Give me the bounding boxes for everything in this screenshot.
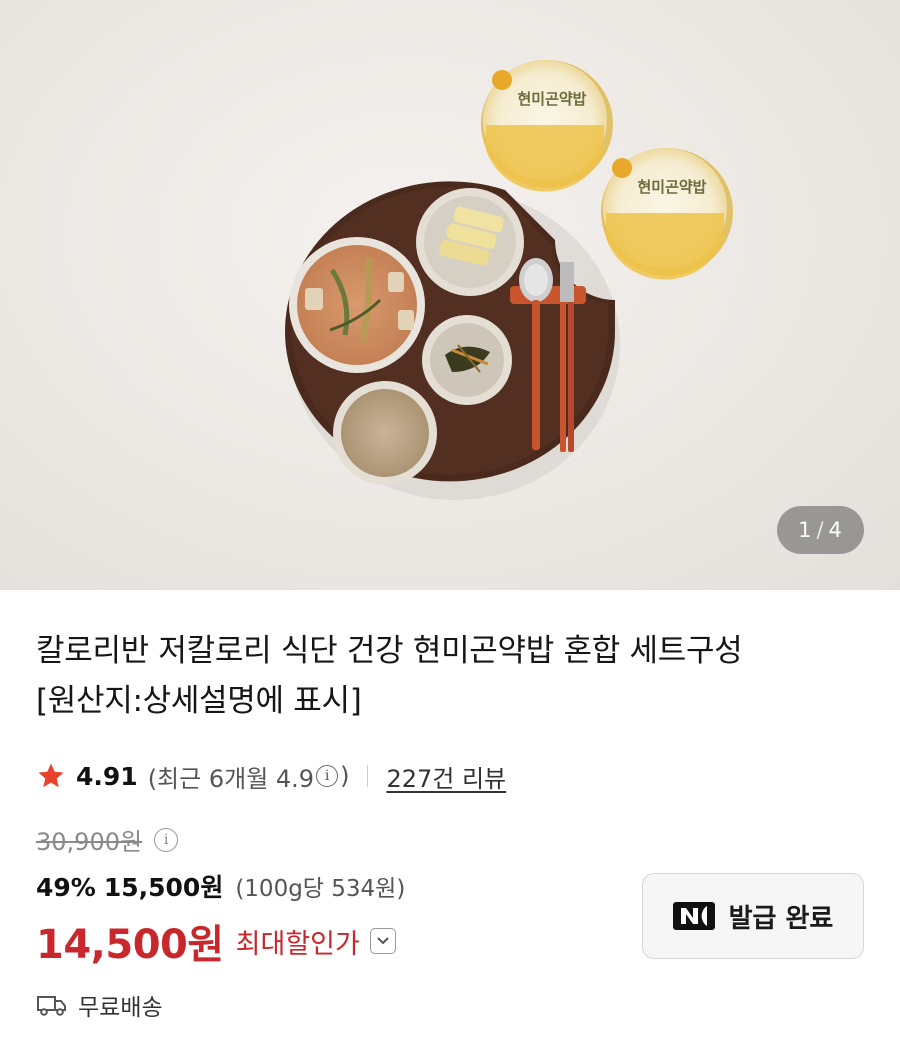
product-title-line2: [원산지:상세설명에 표시]: [36, 683, 362, 719]
original-price-row: 30,900원 i: [36, 822, 180, 857]
coupon-label: 발급 완료: [728, 903, 834, 934]
recent-rating-label: (최근 6개월 4.9: [147, 764, 315, 793]
recent-rating-close: ): [340, 762, 350, 790]
image-counter-total: 4: [828, 518, 843, 542]
product-image-gallery[interactable]: 현미곤약밥 현미곤약밥 1 / 4: [0, 0, 900, 590]
naver-n-icon: [672, 902, 715, 930]
product-title-line1: 칼로리반 저칼로리 식단 건강 현미곤약밥 혼합 세트구성: [36, 633, 743, 669]
shipping-label: 무료배송: [78, 995, 163, 1021]
product-title: 칼로리반 저칼로리 식단 건강 현미곤약밥 혼합 세트구성 [원산지:상세설명에…: [36, 626, 866, 726]
info-icon[interactable]: i: [316, 765, 339, 787]
star-icon: [38, 763, 64, 788]
package-label: 현미곤약밥: [517, 90, 586, 108]
shipping-row: 무료배송: [36, 988, 163, 1022]
rating-score: 4.91: [76, 761, 138, 791]
discount-percent: 49%: [36, 873, 96, 902]
price-info-icon[interactable]: i: [154, 827, 179, 852]
image-counter: 1 / 4: [777, 506, 864, 554]
chevron-down-icon[interactable]: [369, 928, 396, 954]
unit-price: (100g당 534원): [235, 876, 406, 902]
sale-price: 15,500원: [103, 873, 224, 902]
divider: [367, 765, 369, 787]
coupon-issued-button[interactable]: 발급 완료: [642, 873, 864, 959]
image-counter-current: 1: [798, 518, 813, 542]
max-discount-row[interactable]: 14,500원 최대할인가: [36, 912, 396, 970]
max-discount-label: 최대할인가: [235, 928, 360, 960]
sale-price-row: 49% 15,500원 (100g당 534원): [36, 868, 405, 904]
reviews-link[interactable]: 227건 리뷰: [386, 759, 506, 794]
package-label: 현미곤약밥: [637, 178, 706, 196]
image-counter-separator: /: [816, 518, 825, 542]
max-discount-price: 14,500원: [36, 922, 224, 968]
original-price: 30,900원: [36, 828, 143, 856]
truck-icon: [37, 996, 66, 1016]
product-photo: 현미곤약밥 현미곤약밥: [285, 60, 733, 500]
rating-row: 4.91 (최근 6개월 4.9 i ) 227건 리뷰: [36, 756, 506, 796]
